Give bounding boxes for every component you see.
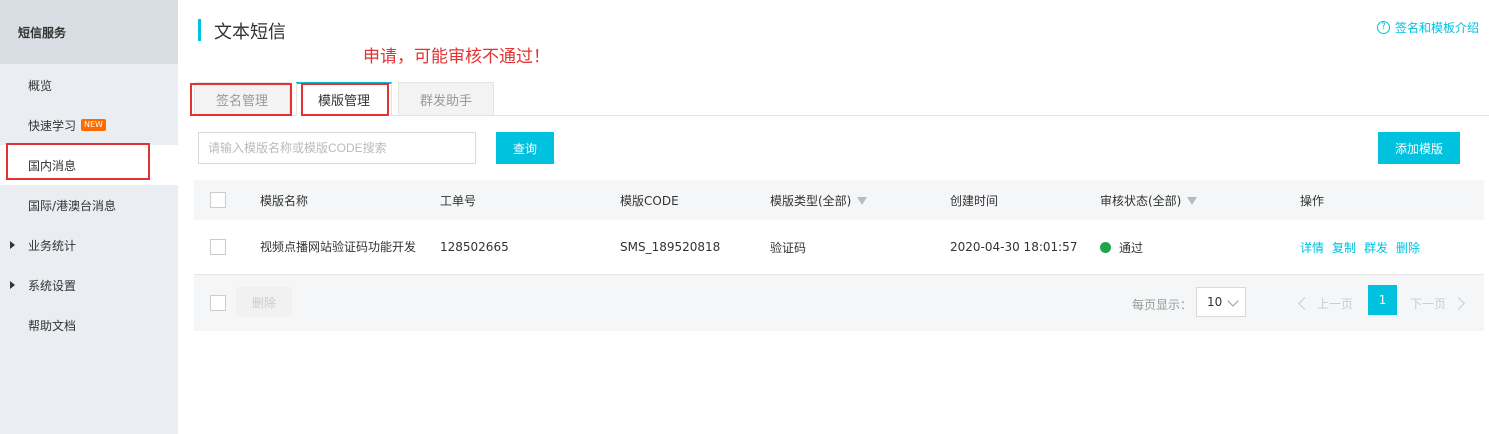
column-header-name: 模版名称 — [260, 193, 309, 208]
status-label: 通过 — [1119, 240, 1144, 255]
column-header-code: 模版CODE — [620, 193, 679, 208]
status-dot-icon — [1100, 241, 1111, 253]
sidebar-item-overview[interactable]: 概览 — [0, 65, 178, 105]
main-content: 文本短信 ? 签名和模板介绍 申请，可能审核不通过！ 签名管理 模版管理 群发助… — [178, 0, 1489, 434]
column-header-status-label: 审核状态(全部) — [1100, 193, 1182, 208]
action-detail-link[interactable]: 详情 — [1300, 241, 1324, 255]
footer-select-all-checkbox[interactable] — [210, 295, 226, 311]
action-delete-link[interactable]: 删除 — [1396, 241, 1420, 255]
sidebar-item-quick-learn[interactable]: 快速学习 NEW — [0, 105, 178, 145]
tab-bulk-send-assistant[interactable]: 群发助手 — [398, 82, 494, 116]
order-number: 128502665 — [440, 240, 509, 254]
row-actions: 详情 复制 群发 删除 — [1300, 239, 1428, 256]
tab-bar: 签名管理 模版管理 群发助手 — [194, 82, 1489, 116]
help-circle-icon: ? — [1376, 21, 1390, 34]
chevron-left-icon — [1298, 297, 1311, 310]
column-header-actions: 操作 — [1300, 193, 1325, 208]
sidebar-item-label: 帮助文档 — [28, 318, 77, 333]
page-size-select[interactable]: 10 — [1196, 287, 1246, 317]
sidebar-item-label: 概览 — [28, 78, 53, 93]
column-header-created: 创建时间 — [950, 193, 999, 208]
column-header-type-label: 模版类型(全部) — [770, 193, 852, 208]
query-button[interactable]: 查询 — [496, 132, 554, 164]
add-template-button[interactable]: 添加模版 — [1378, 132, 1460, 164]
table-footer: 删除 每页显示： 10 上一页 1 下一页 — [194, 275, 1484, 331]
select-all-checkbox[interactable] — [210, 192, 226, 208]
status-cell: 通过 — [1100, 239, 1143, 256]
caret-right-icon — [10, 241, 15, 249]
sidebar-item-label: 快速学习 — [28, 118, 77, 133]
bulk-delete-button[interactable]: 删除 — [236, 287, 292, 317]
filter-icon[interactable] — [1187, 197, 1198, 205]
sidebar-item-label: 国际/港澳台消息 — [28, 198, 117, 213]
template-code: SMS_189520818 — [620, 240, 721, 254]
chevron-down-icon — [1227, 295, 1239, 307]
sidebar-item-label: 系统设置 — [28, 278, 77, 293]
template-table: 模版名称 工单号 模版CODE 模版类型(全部) 创建时间 审核状态(全部) 操… — [194, 180, 1484, 331]
template-name: 视频点播网站验证码功能开发 — [260, 240, 417, 254]
column-header-type[interactable]: 模版类型(全部) — [770, 192, 868, 209]
page-size-value: 10 — [1207, 295, 1223, 309]
tab-signature-management[interactable]: 签名管理 — [194, 82, 290, 116]
help-link[interactable]: ? 签名和模板介绍 — [1376, 19, 1479, 36]
title-accent-bar — [198, 19, 201, 41]
sidebar-item-system-settings[interactable]: 系统设置 — [0, 265, 178, 305]
sidebar: 短信服务 概览 快速学习 NEW 国内消息 国际/港澳台消息 业务统计 系统设置… — [0, 0, 178, 434]
sidebar-item-business-stats[interactable]: 业务统计 — [0, 225, 178, 265]
sidebar-title: 短信服务 — [0, 0, 178, 64]
column-header-status[interactable]: 审核状态(全部) — [1100, 192, 1198, 209]
search-input[interactable] — [198, 132, 476, 164]
annotation-text: 申请，可能审核不通过！ — [363, 47, 550, 67]
next-page-label: 下一页 — [1410, 297, 1447, 311]
action-copy-link[interactable]: 复制 — [1332, 241, 1356, 255]
page-size-label: 每页显示： — [1132, 298, 1193, 312]
table-row: 视频点播网站验证码功能开发 128502665 SMS_189520818 验证… — [194, 220, 1484, 275]
table-header: 模版名称 工单号 模版CODE 模版类型(全部) 创建时间 审核状态(全部) 操… — [194, 180, 1484, 220]
new-badge: NEW — [81, 119, 106, 131]
sidebar-item-label: 业务统计 — [28, 238, 77, 253]
action-bulk-send-link[interactable]: 群发 — [1364, 241, 1388, 255]
prev-page-label: 上一页 — [1317, 297, 1354, 311]
tab-template-management[interactable]: 模版管理 — [296, 82, 392, 116]
created-time: 2020-04-30 18:01:57 — [950, 240, 1078, 254]
filter-icon[interactable] — [857, 197, 868, 205]
sidebar-item-domestic-messages[interactable]: 国内消息 — [0, 145, 178, 185]
row-checkbox[interactable] — [210, 239, 226, 255]
column-header-order-no: 工单号 — [440, 193, 477, 208]
template-type: 验证码 — [770, 240, 807, 255]
sidebar-nav: 概览 快速学习 NEW 国内消息 国际/港澳台消息 业务统计 系统设置 帮助文档 — [0, 64, 178, 345]
sidebar-item-international-messages[interactable]: 国际/港澳台消息 — [0, 185, 178, 225]
caret-right-icon — [10, 281, 15, 289]
chevron-right-icon — [1452, 297, 1465, 310]
sidebar-item-help-docs[interactable]: 帮助文档 — [0, 305, 178, 345]
next-page-button[interactable]: 下一页 — [1410, 295, 1465, 312]
page-number-current[interactable]: 1 — [1368, 285, 1397, 315]
page-title: 文本短信 — [214, 22, 286, 43]
prev-page-button[interactable]: 上一页 — [1298, 295, 1354, 312]
sidebar-item-label: 国内消息 — [28, 158, 77, 173]
help-link-label: 签名和模板介绍 — [1394, 21, 1479, 35]
